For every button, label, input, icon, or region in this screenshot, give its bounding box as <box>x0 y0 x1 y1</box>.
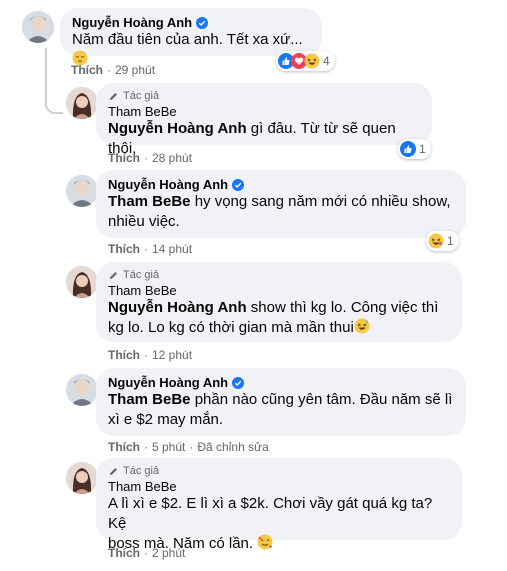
reaction-summary[interactable]: 1 <box>398 139 431 159</box>
comment-bubble: Nguyễn Hoàng Anh Năm đầu tiên của anh. T… <box>60 8 322 66</box>
comment-text: phần nào cũng yên tâm. Đầu năm sẽ lì <box>190 391 453 408</box>
avatar[interactable] <box>66 462 98 494</box>
like-button[interactable]: Thích <box>108 440 140 454</box>
timestamp[interactable]: 29 phút <box>115 63 155 77</box>
author-badge: Tác giả <box>123 90 160 102</box>
comment-bubble: Tác giả Tham BeBe A lì xì e $2. E lì xì … <box>96 458 462 552</box>
smiling-hearts-emoji-icon <box>257 534 273 550</box>
verified-badge-icon <box>232 178 245 191</box>
comment-text: Năm đầu tiên của anh. Tết xa xứ... <box>72 31 303 48</box>
timestamp[interactable]: 2 phút <box>152 546 185 560</box>
comment-bubble: Nguyễn Hoàng Anh Tham BeBe phần nào cũng… <box>96 368 466 436</box>
timestamp[interactable]: 5 phút <box>152 440 185 454</box>
like-button[interactable]: Thích <box>108 348 140 362</box>
comment-text: A lì xì e $2. E lì xì a $2k. Chơi vầy gá… <box>108 495 433 532</box>
reaction-count: 4 <box>323 54 330 68</box>
comment-author[interactable]: Tham BeBe <box>108 479 450 494</box>
like-button[interactable]: Thích <box>108 242 140 256</box>
comment-bubble: Nguyễn Hoàng Anh Tham BeBe hy vọng sang … <box>96 170 466 238</box>
timestamp[interactable]: 12 phút <box>152 348 192 362</box>
pencil-icon <box>109 271 117 279</box>
mention-link[interactable]: Nguyễn Hoàng Anh <box>108 120 247 137</box>
pencil-icon <box>109 92 117 100</box>
reaction-count: 1 <box>419 142 426 156</box>
comment-meta: Thích · 12 phút <box>108 348 193 362</box>
author-badge: Tác giả <box>123 465 160 477</box>
mention-link[interactable]: Nguyễn Hoàng Anh <box>108 299 247 316</box>
author-badge: Tác giả <box>123 269 160 281</box>
comment-text: kg lo. Lo kg có thời gian mà mần thui <box>108 319 354 336</box>
avatar[interactable] <box>66 374 98 406</box>
thread-line <box>45 48 47 108</box>
like-button[interactable]: Thích <box>71 63 103 77</box>
pencil-icon <box>109 467 117 475</box>
avatar[interactable] <box>22 11 54 43</box>
reaction-summary[interactable]: 1 <box>426 231 459 251</box>
avatar[interactable] <box>66 175 98 207</box>
avatar[interactable] <box>66 87 98 119</box>
laugh-icon <box>304 53 320 69</box>
comment-author[interactable]: Nguyễn Hoàng Anh <box>108 177 228 192</box>
avatar[interactable] <box>66 266 98 298</box>
haha-icon <box>428 233 444 249</box>
edited-label[interactable]: Đã chỉnh sửa <box>197 440 268 454</box>
reaction-count: 1 <box>447 234 454 248</box>
timestamp[interactable]: 14 phút <box>152 242 192 256</box>
timestamp[interactable]: 28 phút <box>152 151 192 165</box>
comment-author[interactable]: Nguyễn Hoàng Anh <box>108 375 228 390</box>
comment-meta: Thích · 2 phút <box>108 546 186 560</box>
like-button[interactable]: Thích <box>108 546 140 560</box>
comment-meta: Thích · 29 phút <box>71 63 156 77</box>
comment-text: xì e $2 may mắn. <box>108 411 224 428</box>
comment-bubble: Tác giả Tham BeBe Nguyễn Hoàng Anh show … <box>96 262 462 342</box>
sweat-smile-emoji-icon <box>354 318 370 334</box>
comment-text: show thì kg lo. Công việc thì <box>246 299 439 316</box>
comment-author[interactable]: Tham BeBe <box>108 283 450 298</box>
like-icon <box>400 141 416 157</box>
mention-link[interactable]: Tham BeBe <box>108 193 191 210</box>
verified-badge-icon <box>196 16 209 29</box>
thread-connector <box>45 100 63 114</box>
comment-text: nhiều việc. <box>108 213 180 230</box>
comment-bubble: Tác giả Tham BeBe Nguyễn Hoàng Anh gì đâ… <box>96 83 432 157</box>
comment-meta: Thích · 14 phút <box>108 242 193 256</box>
mention-link[interactable]: Tham BeBe <box>108 391 191 408</box>
comment-text: hy vọng sang năm mới có nhiều show, <box>190 193 451 210</box>
comment-meta: Thích · 5 phút · Đã chỉnh sửa <box>108 440 269 454</box>
like-button[interactable]: Thích <box>108 151 140 165</box>
comment-author[interactable]: Tham BeBe <box>108 104 420 119</box>
reaction-summary[interactable]: 4 <box>276 51 335 71</box>
comment-meta: Thích · 28 phút <box>108 151 193 165</box>
verified-badge-icon <box>232 376 245 389</box>
comment-author[interactable]: Nguyễn Hoàng Anh <box>72 15 192 30</box>
